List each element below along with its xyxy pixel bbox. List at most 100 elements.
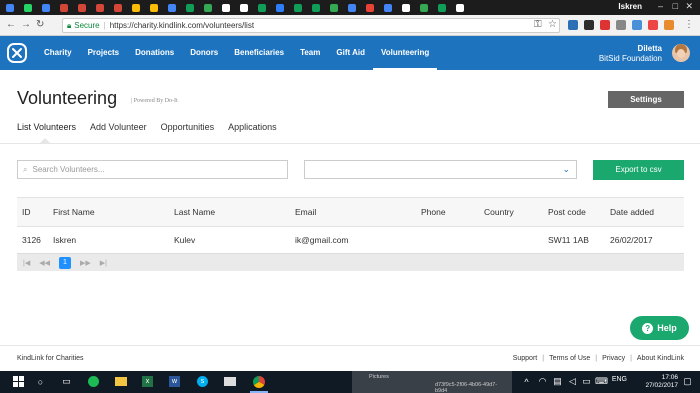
browser-tab[interactable] — [164, 1, 179, 14]
browser-tab[interactable] — [398, 1, 413, 14]
extension-icon[interactable] — [664, 20, 674, 30]
help-button[interactable]: ? Help — [630, 316, 689, 340]
browser-tab[interactable] — [236, 1, 251, 14]
nav-item-projects[interactable]: Projects — [80, 36, 128, 70]
windows-start-icon[interactable] — [12, 375, 25, 388]
excel-icon[interactable]: x — [141, 375, 154, 388]
task-view-icon[interactable]: ▭ — [60, 375, 73, 388]
column-header[interactable]: Last Name — [169, 198, 290, 227]
extension-icon[interactable] — [584, 20, 594, 30]
page-number-current[interactable]: 1 — [58, 256, 71, 269]
footer-link-support[interactable]: Support — [513, 355, 538, 362]
browser-tab[interactable] — [452, 1, 467, 14]
bookmark-star-icon[interactable]: ☆ — [548, 19, 557, 30]
last-page-icon[interactable]: ▶| — [100, 259, 107, 267]
browser-tab[interactable] — [308, 1, 323, 14]
browser-tab[interactable] — [128, 1, 143, 14]
taskbar-window-preview[interactable]: Pictures d73f9c5-2f06-4b06-49d7-b9d4 — [352, 371, 512, 393]
clock[interactable]: 17:06 27/02/2017 — [645, 374, 678, 390]
export-csv-button[interactable]: Export to csv — [593, 160, 684, 180]
column-header[interactable]: First Name — [48, 198, 169, 227]
wifi-icon[interactable]: ◠ — [536, 375, 549, 388]
browser-tab[interactable] — [110, 1, 125, 14]
chevron-up-icon[interactable]: ^ — [520, 375, 533, 388]
extension-icon[interactable] — [600, 20, 610, 30]
table-row[interactable]: 3126 Iskren Kulev ik@gmail.com SW11 1AB 26/02… — [17, 227, 684, 254]
extension-icon[interactable] — [632, 20, 642, 30]
extension-icon[interactable] — [568, 20, 578, 30]
browser-tab[interactable] — [254, 1, 269, 14]
footer-link-terms-of-use[interactable]: Terms of Use — [549, 355, 590, 362]
maximize-icon[interactable]: □ — [673, 1, 678, 11]
column-header[interactable]: ID — [17, 198, 48, 227]
column-header[interactable]: Email — [290, 198, 416, 227]
browser-tab[interactable] — [290, 1, 305, 14]
nav-item-charity[interactable]: Charity — [36, 36, 80, 70]
spotify-icon[interactable] — [87, 375, 100, 388]
column-header[interactable]: Country — [479, 198, 543, 227]
browser-tab[interactable] — [182, 1, 197, 14]
reload-icon[interactable]: ↻ — [36, 19, 44, 30]
browser-tab[interactable] — [362, 1, 377, 14]
photos-icon[interactable] — [223, 375, 236, 388]
browser-tab[interactable] — [272, 1, 287, 14]
tab-opportunities[interactable]: Opportunities — [161, 122, 215, 137]
extension-icon[interactable] — [648, 20, 658, 30]
browser-tab[interactable] — [200, 1, 215, 14]
language-indicator[interactable]: ENG — [612, 376, 627, 383]
kindlink-logo-icon[interactable] — [7, 43, 27, 63]
browser-tab[interactable] — [74, 1, 89, 14]
next-page-icon[interactable]: ▶▶ — [80, 259, 91, 267]
nav-item-team[interactable]: Team — [292, 36, 328, 70]
volume-icon[interactable]: ◁ — [566, 375, 579, 388]
browser-tab[interactable] — [326, 1, 341, 14]
browser-tab[interactable] — [380, 1, 395, 14]
browser-tab[interactable] — [146, 1, 161, 14]
column-header[interactable]: Phone — [416, 198, 479, 227]
browser-profile-name[interactable]: Iskren — [618, 2, 642, 11]
nav-item-volunteering[interactable]: Volunteering — [372, 36, 438, 70]
nav-item-beneficiaries[interactable]: Beneficiaries — [226, 36, 292, 70]
keyboard-icon[interactable]: ⌨ — [595, 375, 608, 388]
chrome-taskbar-button[interactable] — [246, 371, 272, 393]
network-icon[interactable]: ▤ — [551, 375, 564, 388]
column-header[interactable]: Post code — [543, 198, 605, 227]
footer-link-about-kindlink[interactable]: About KindLink — [637, 355, 684, 362]
avatar[interactable] — [672, 44, 690, 62]
tab-list-volunteers[interactable]: List Volunteers — [17, 122, 76, 137]
footer-link-privacy[interactable]: Privacy — [602, 355, 625, 362]
first-page-icon[interactable]: |◀ — [23, 259, 30, 267]
address-bar[interactable]: 🔒︎ Secure | https://charity.kindlink.com… — [62, 18, 560, 33]
tab-add-volunteer[interactable]: Add Volunteer — [90, 122, 147, 137]
cortana-icon[interactable]: ○ — [34, 375, 47, 388]
search-input[interactable]: ⌕ Search Volunteers... — [17, 160, 288, 179]
nav-item-gift-aid[interactable]: Gift Aid — [328, 36, 373, 70]
column-header[interactable]: Date added — [605, 198, 684, 227]
extension-icon[interactable] — [616, 20, 626, 30]
skype-icon[interactable]: s — [196, 375, 209, 388]
menu-icon[interactable]: ⋮ — [684, 19, 694, 30]
browser-tab[interactable] — [344, 1, 359, 14]
browser-tab[interactable] — [92, 1, 107, 14]
back-icon[interactable]: ← — [6, 19, 16, 30]
nav-item-donors[interactable]: Donors — [182, 36, 226, 70]
browser-tab[interactable] — [434, 1, 449, 14]
browser-tab[interactable] — [2, 1, 17, 14]
minimize-icon[interactable]: – — [658, 1, 663, 11]
close-window-icon[interactable]: ✕ — [685, 1, 693, 12]
browser-tab[interactable] — [20, 1, 35, 14]
settings-button[interactable]: Settings — [608, 91, 684, 108]
filter-select[interactable]: ⌄ — [304, 160, 577, 179]
file-explorer-icon[interactable] — [114, 375, 127, 388]
nav-item-donations[interactable]: Donations — [127, 36, 182, 70]
word-icon[interactable]: w — [168, 375, 181, 388]
previous-page-icon[interactable]: ◀◀ — [39, 259, 50, 267]
notification-icon[interactable]: ▢ — [681, 375, 694, 388]
key-icon[interactable]: ⚿ — [534, 19, 542, 30]
browser-tab[interactable] — [416, 1, 431, 14]
browser-tab[interactable] — [38, 1, 53, 14]
battery-icon[interactable]: ▭ — [580, 375, 593, 388]
user-menu[interactable]: Diletta BitSid Foundation — [599, 44, 662, 64]
tab-applications[interactable]: Applications — [228, 122, 277, 137]
browser-tab[interactable] — [56, 1, 71, 14]
